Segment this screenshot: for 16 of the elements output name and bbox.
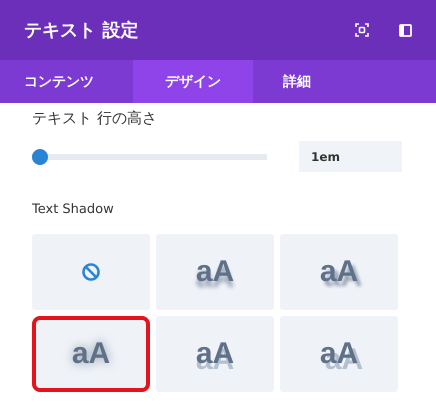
shadow-option[interactable]: aA xyxy=(156,234,274,310)
window-title: テキスト 設定 xyxy=(24,19,138,42)
slider-thumb[interactable] xyxy=(32,148,48,164)
section-label: Text Shadow xyxy=(32,202,115,219)
tab[interactable]: 詳細 xyxy=(253,60,386,103)
field-label: テキスト 行の高さ xyxy=(32,109,158,129)
shadow-option[interactable]: aA xyxy=(32,316,150,392)
focus-icon[interactable] xyxy=(355,23,369,37)
sidebar-icon[interactable] xyxy=(399,24,412,36)
shadow-option[interactable]: aA xyxy=(280,316,398,392)
value-input[interactable]: 1em xyxy=(299,141,402,172)
shadow-option[interactable]: aA xyxy=(280,234,398,310)
shadow-option[interactable]: aA xyxy=(156,316,274,392)
tab[interactable]: デザイン xyxy=(133,60,253,103)
tab[interactable]: コンテンツ xyxy=(0,60,133,103)
no-icon xyxy=(81,262,101,282)
